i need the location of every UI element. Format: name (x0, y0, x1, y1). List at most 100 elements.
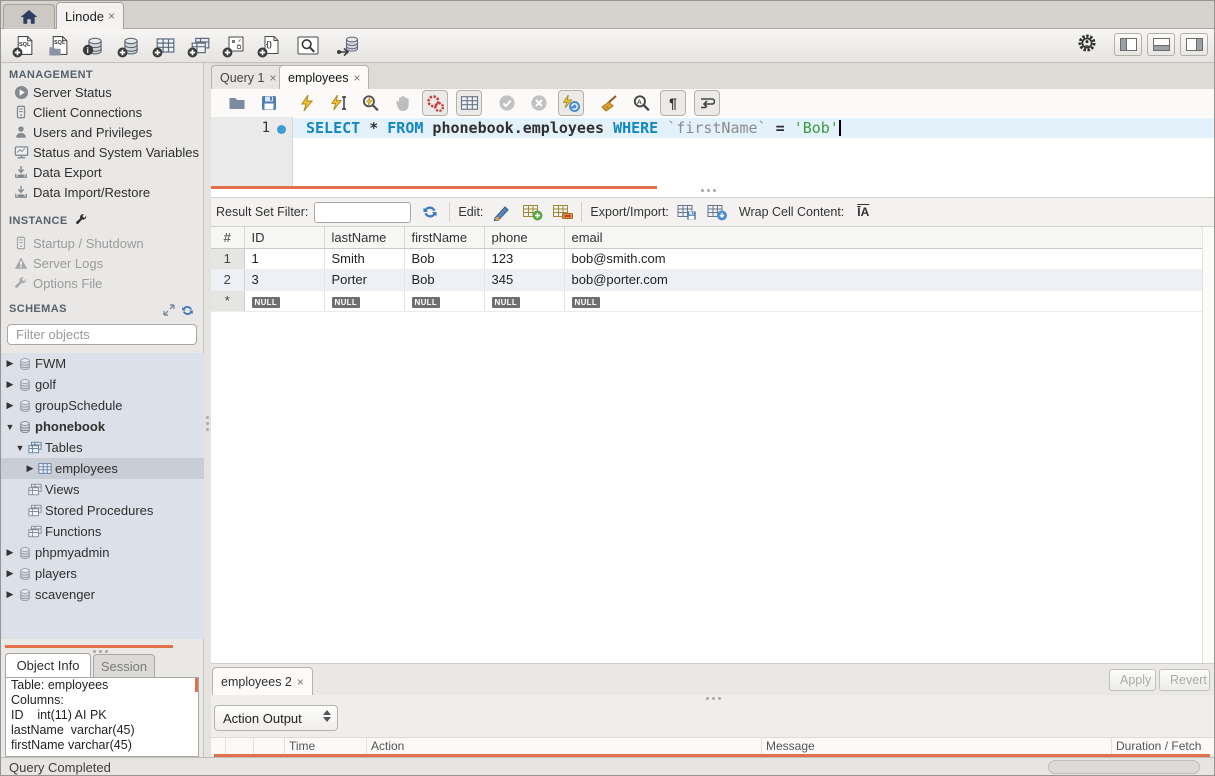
tree-node-phpmyadmin[interactable]: ▶phpmyadmin (1, 542, 204, 563)
table-row[interactable]: 1 1 Smith Bob 123 bob@smith.com (211, 248, 1202, 269)
tree-node-employees[interactable]: ▶employees (1, 458, 204, 479)
cell-lastname[interactable]: Smith (324, 248, 404, 269)
open-sql-script-icon[interactable]: SQL (45, 33, 71, 59)
tree-node-phonebook[interactable]: ▼phonebook (1, 416, 204, 437)
sidebar-item-data-import[interactable]: Data Import/Restore (1, 182, 204, 202)
cell-id[interactable]: 1 (244, 248, 324, 269)
column-header-firstname[interactable]: firstName (404, 227, 484, 248)
output-selector[interactable]: Action Output (214, 705, 338, 731)
connection-tab[interactable]: Linode × (56, 2, 124, 29)
result-table[interactable]: # ID lastName firstName phone email 1 1 … (211, 227, 1203, 312)
sidebar-item-server-logs[interactable]: Server Logs (1, 253, 204, 273)
find-icon[interactable]: A (630, 92, 652, 114)
tree-node-views[interactable]: Views (1, 479, 204, 500)
toggle-right-sidebar-button[interactable] (1180, 33, 1208, 56)
insert-row-icon[interactable] (521, 202, 543, 222)
delete-row-icon[interactable] (551, 202, 573, 222)
tree-node-stored-procedures[interactable]: Stored Procedures (1, 500, 204, 521)
refresh-results-icon[interactable] (419, 202, 441, 222)
column-header-lastname[interactable]: lastName (324, 227, 404, 248)
expander-icon[interactable]: ▶ (5, 379, 15, 390)
table-export-icon[interactable] (677, 202, 699, 222)
sidebar-item-startup-shutdown[interactable]: Startup / Shutdown (1, 233, 204, 253)
cell-firstname[interactable]: Bob (404, 248, 484, 269)
stop-query-icon[interactable] (392, 92, 414, 114)
sidebar-item-users-privileges[interactable]: Users and Privileges (1, 122, 204, 142)
sidebar-main-splitter[interactable] (204, 63, 211, 757)
toggle-bottom-panel-button[interactable] (1147, 33, 1175, 56)
sidebar-item-status-system-variables[interactable]: Status and System Variables (1, 142, 204, 162)
sidebar-splitter-grip[interactable] (93, 650, 108, 653)
tree-node-groupschedule[interactable]: ▶groupSchedule (1, 395, 204, 416)
tab-close-icon[interactable]: × (297, 675, 304, 689)
limit-rows-icon[interactable] (456, 90, 482, 116)
create-view-icon[interactable] (185, 33, 211, 59)
toggle-autocommit-icon[interactable] (558, 90, 584, 116)
sql-editor[interactable]: 1 SELECT * FROM phonebook.employees WHER… (211, 117, 1215, 197)
column-header-id[interactable]: ID (244, 227, 324, 248)
reconnect-dbms-icon[interactable] (335, 33, 361, 59)
tree-node-tables[interactable]: ▼Tables (1, 437, 204, 458)
output-splitter-grip[interactable] (706, 697, 721, 700)
cell-null[interactable]: NULL (324, 290, 404, 311)
save-script-icon[interactable] (258, 92, 280, 114)
schema-filter[interactable] (7, 324, 197, 345)
tab-close-icon[interactable]: × (269, 71, 276, 85)
toggle-stop-on-error-icon[interactable] (422, 90, 448, 116)
cell-id[interactable]: 3 (244, 269, 324, 290)
output-col-time[interactable]: Time (289, 739, 315, 753)
edit-record-icon[interactable] (491, 202, 513, 222)
expander-icon[interactable]: ▼ (15, 443, 25, 453)
schema-filter-input[interactable] (16, 327, 192, 342)
sidebar-item-client-connections[interactable]: Client Connections (1, 102, 204, 122)
output-col-duration[interactable]: Duration / Fetch (1116, 739, 1201, 753)
show-invisible-characters-icon[interactable]: ¶ (660, 90, 686, 116)
tab-object-info[interactable]: Object Info (5, 653, 91, 677)
create-function-icon[interactable]: {) (255, 33, 281, 59)
result-grid-scrollbar[interactable] (1202, 227, 1215, 663)
sql-code-line[interactable]: SELECT * FROM phonebook.employees WHERE … (306, 119, 841, 137)
cell-null[interactable]: NULL (564, 290, 1202, 311)
table-import-icon[interactable] (707, 202, 729, 222)
column-header-phone[interactable]: phone (484, 227, 564, 248)
cell-email[interactable]: bob@porter.com (564, 269, 1202, 290)
tree-node-golf[interactable]: ▶golf (1, 374, 204, 395)
tree-node-functions[interactable]: Functions (1, 521, 204, 542)
tree-node-players[interactable]: ▶players (1, 563, 204, 584)
explain-plan-icon[interactable] (360, 92, 382, 114)
cell-null[interactable]: NULL (404, 290, 484, 311)
commit-icon[interactable] (496, 92, 518, 114)
table-row[interactable]: 2 3 Porter Bob 345 bob@porter.com (211, 269, 1202, 290)
connection-tab-close-icon[interactable]: × (108, 9, 115, 23)
apply-button[interactable]: Apply (1109, 669, 1156, 691)
horizontal-scrollbar-thumb[interactable] (1048, 760, 1200, 774)
updates-gear-icon[interactable] (1077, 33, 1097, 56)
schema-inspector-icon[interactable]: i (80, 33, 106, 59)
expander-icon[interactable]: ▶ (5, 547, 15, 558)
home-tab[interactable] (3, 4, 55, 29)
refresh-schemas-icon[interactable] (181, 304, 194, 317)
tree-node-fwm[interactable]: ▶FWM (1, 353, 204, 374)
execute-current-statement-icon[interactable] (328, 92, 350, 114)
expander-icon[interactable]: ▼ (5, 422, 15, 432)
create-procedure-icon[interactable] (220, 33, 246, 59)
cell-lastname[interactable]: Porter (324, 269, 404, 290)
tree-node-scavenger[interactable]: ▶scavenger (1, 584, 204, 605)
open-file-icon[interactable] (226, 92, 248, 114)
sidebar-item-server-status[interactable]: Server Status (1, 82, 204, 102)
cell-phone[interactable]: 345 (484, 269, 564, 290)
new-row[interactable]: * NULL NULL NULL NULL NULL (211, 290, 1202, 311)
cell-firstname[interactable]: Bob (404, 269, 484, 290)
new-query-tab-icon[interactable]: SQL (10, 33, 36, 59)
instance-config-icon[interactable] (75, 213, 88, 226)
rollback-icon[interactable] (528, 92, 550, 114)
revert-button[interactable]: Revert (1159, 669, 1210, 691)
cell-phone[interactable]: 123 (484, 248, 564, 269)
selector-spinner-icon[interactable] (323, 710, 331, 722)
output-col-action[interactable]: Action (371, 739, 404, 753)
tab-session[interactable]: Session (93, 654, 155, 677)
editor-result-splitter-grip[interactable] (701, 189, 716, 192)
expand-schemas-panel-icon[interactable] (163, 304, 175, 316)
expander-icon[interactable]: ▶ (5, 400, 15, 411)
beautify-script-icon[interactable] (598, 92, 620, 114)
